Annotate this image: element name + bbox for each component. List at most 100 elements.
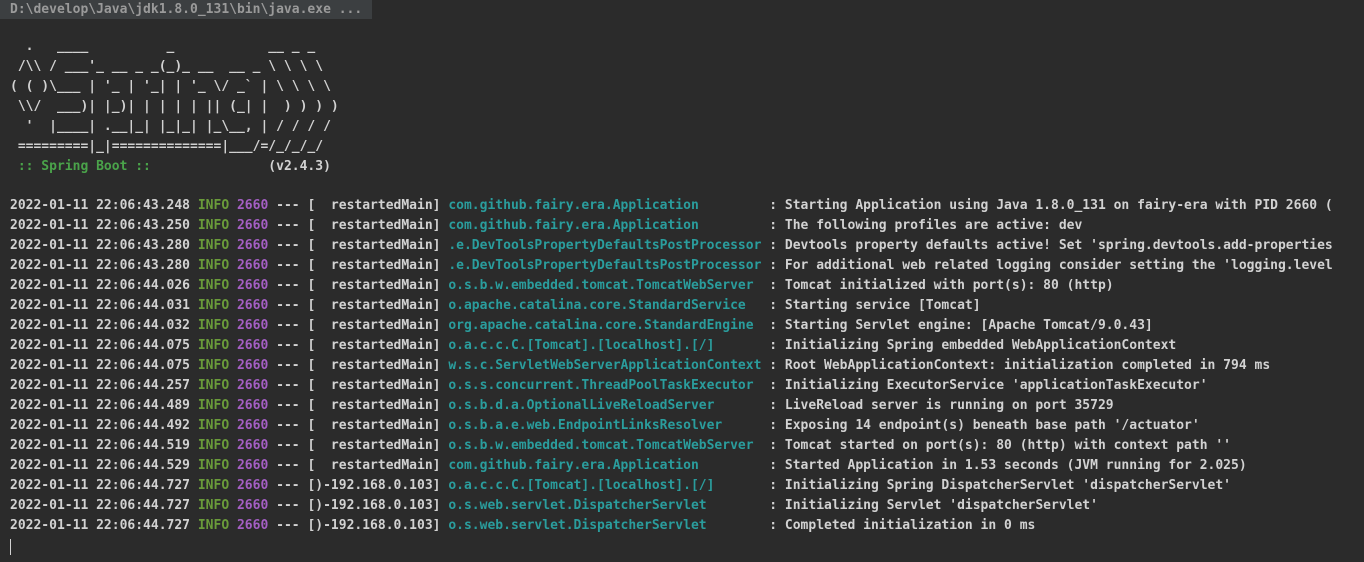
- log-level: INFO: [197, 238, 230, 253]
- banner-line: =========|_|==============|___/=/_/_/_/: [10, 139, 324, 154]
- log-thread: [ restartedMain]: [307, 278, 441, 293]
- log-pid: 2660: [236, 278, 269, 293]
- log-thread: [ restartedMain]: [307, 378, 441, 393]
- log-separator: ---: [276, 458, 300, 473]
- log-logger: .e.DevToolsPropertyDefaultsPostProcessor: [448, 258, 762, 273]
- log-line: 2022-01-11 22:06:44.727 INFO 2660 --- [)…: [10, 516, 1333, 536]
- log-level: INFO: [197, 438, 230, 453]
- log-line: 2022-01-11 22:06:44.727 INFO 2660 --- [)…: [10, 496, 1333, 516]
- log-timestamp: 2022-01-11 22:06:43.250: [10, 218, 191, 233]
- log-line: 2022-01-11 22:06:44.492 INFO 2660 --- [ …: [10, 416, 1333, 436]
- log-timestamp: 2022-01-11 22:06:44.727: [10, 498, 191, 513]
- log-level: INFO: [197, 458, 230, 473]
- log-level: INFO: [197, 378, 230, 393]
- log-logger: o.a.c.c.C.[Tomcat].[localhost].[/]: [448, 478, 762, 493]
- log-line: 2022-01-11 22:06:44.031 INFO 2660 --- [ …: [10, 296, 1333, 316]
- log-message: : Exposing 14 endpoint(s) beneath base p…: [769, 418, 1200, 433]
- log-level: INFO: [197, 218, 230, 233]
- log-line: 2022-01-11 22:06:44.075 INFO 2660 --- [ …: [10, 336, 1333, 356]
- log-logger: o.s.s.concurrent.ThreadPoolTaskExecutor: [448, 378, 762, 393]
- log-timestamp: 2022-01-11 22:06:43.248: [10, 198, 191, 213]
- log-logger: o.s.b.d.a.OptionalLiveReloadServer: [448, 398, 762, 413]
- log-pid: 2660: [236, 458, 269, 473]
- log-logger: o.s.b.w.embedded.tomcat.TomcatWebServer: [448, 438, 762, 453]
- banner-line: ' |____| .__|_| |_|_| |_\__, | / / / /: [10, 119, 331, 134]
- log-separator: ---: [276, 418, 300, 433]
- log-separator: ---: [276, 198, 300, 213]
- log-pid: 2660: [236, 398, 269, 413]
- log-line: 2022-01-11 22:06:44.032 INFO 2660 --- [ …: [10, 316, 1333, 336]
- log-message: : Starting Servlet engine: [Apache Tomca…: [769, 318, 1153, 333]
- console-output[interactable]: D:\develop\Java\jdk1.8.0_131\bin\java.ex…: [0, 0, 1364, 562]
- log-thread: [ restartedMain]: [307, 398, 441, 413]
- log-timestamp: 2022-01-11 22:06:44.032: [10, 318, 191, 333]
- log-separator: ---: [276, 318, 300, 333]
- log-separator: ---: [276, 518, 300, 533]
- log-line: 2022-01-11 22:06:44.529 INFO 2660 --- [ …: [10, 456, 1333, 476]
- log-pid: 2660: [236, 318, 269, 333]
- log-timestamp: 2022-01-11 22:06:44.257: [10, 378, 191, 393]
- log-timestamp: 2022-01-11 22:06:44.075: [10, 358, 191, 373]
- log-pid: 2660: [236, 378, 269, 393]
- log-separator: ---: [276, 438, 300, 453]
- log-separator: ---: [276, 398, 300, 413]
- log-line: 2022-01-11 22:06:44.489 INFO 2660 --- [ …: [10, 396, 1333, 416]
- log-thread: [)-192.168.0.103]: [307, 478, 441, 493]
- log-line: 2022-01-11 22:06:44.519 INFO 2660 --- [ …: [10, 436, 1333, 456]
- log-level: INFO: [197, 358, 230, 373]
- log-message: : Tomcat initialized with port(s): 80 (h…: [769, 278, 1114, 293]
- log-pid: 2660: [236, 258, 269, 273]
- log-separator: ---: [276, 278, 300, 293]
- spring-boot-version: (v2.4.3): [158, 159, 331, 174]
- log-level: INFO: [197, 418, 230, 433]
- log-message: : Completed initialization in 0 ms: [769, 518, 1036, 533]
- log-logger: o.s.web.servlet.DispatcherServlet: [448, 518, 762, 533]
- log-logger: com.github.fairy.era.Application: [448, 218, 762, 233]
- log-logger: com.github.fairy.era.Application: [448, 198, 762, 213]
- log-thread: [ restartedMain]: [307, 238, 441, 253]
- log-level: INFO: [197, 198, 230, 213]
- log-thread: [)-192.168.0.103]: [307, 498, 441, 513]
- log-message: : Devtools property defaults active! Set…: [769, 238, 1333, 253]
- log-line: 2022-01-11 22:06:43.280 INFO 2660 --- [ …: [10, 236, 1333, 256]
- log-thread: [ restartedMain]: [307, 198, 441, 213]
- log-logger: org.apache.catalina.core.StandardEngine: [448, 318, 762, 333]
- log-separator: ---: [276, 478, 300, 493]
- log-separator: ---: [276, 498, 300, 513]
- log-message: : Initializing Servlet 'dispatcherServle…: [769, 498, 1098, 513]
- banner-line: . ____ _ __ _ _: [10, 39, 316, 54]
- log-thread: [ restartedMain]: [307, 438, 441, 453]
- log-pid: 2660: [236, 478, 269, 493]
- log-thread: [)-192.168.0.103]: [307, 518, 441, 533]
- log-list: 2022-01-11 22:06:43.248 INFO 2660 --- [ …: [10, 196, 1333, 536]
- text-cursor: [10, 539, 11, 555]
- log-logger: o.s.b.w.embedded.tomcat.TomcatWebServer: [448, 278, 762, 293]
- log-timestamp: 2022-01-11 22:06:44.031: [10, 298, 191, 313]
- log-timestamp: 2022-01-11 22:06:43.280: [10, 238, 191, 253]
- log-level: INFO: [197, 338, 230, 353]
- log-separator: ---: [276, 298, 300, 313]
- spring-banner: . ____ _ __ _ _ /\\ / ___'_ __ _ _(_)_ _…: [10, 37, 339, 177]
- log-timestamp: 2022-01-11 22:06:44.529: [10, 458, 191, 473]
- log-separator: ---: [276, 378, 300, 393]
- log-separator: ---: [276, 358, 300, 373]
- log-thread: [ restartedMain]: [307, 318, 441, 333]
- banner-line: ( ( )\___ | '_ | '_| | '_ \/ _` | \ \ \ …: [10, 79, 331, 94]
- log-separator: ---: [276, 238, 300, 253]
- log-logger: com.github.fairy.era.Application: [448, 458, 762, 473]
- log-level: INFO: [197, 498, 230, 513]
- log-line: 2022-01-11 22:06:44.075 INFO 2660 --- [ …: [10, 356, 1333, 376]
- log-separator: ---: [276, 218, 300, 233]
- log-message: : Starting Application using Java 1.8.0_…: [769, 198, 1333, 213]
- banner-line: \\/ ___)| |_)| | | | | || (_| | ) ) ) ): [10, 99, 339, 114]
- spring-boot-label: :: Spring Boot ::: [10, 159, 159, 174]
- log-level: INFO: [197, 478, 230, 493]
- log-message: : Initializing ExecutorService 'applicat…: [769, 378, 1208, 393]
- log-level: INFO: [197, 318, 230, 333]
- log-logger: o.apache.catalina.core.StandardService: [448, 298, 762, 313]
- log-message: : Initializing Spring DispatcherServlet …: [769, 478, 1232, 493]
- log-logger: o.a.c.c.C.[Tomcat].[localhost].[/]: [448, 338, 762, 353]
- log-line: 2022-01-11 22:06:44.257 INFO 2660 --- [ …: [10, 376, 1333, 396]
- log-pid: 2660: [236, 518, 269, 533]
- log-separator: ---: [276, 258, 300, 273]
